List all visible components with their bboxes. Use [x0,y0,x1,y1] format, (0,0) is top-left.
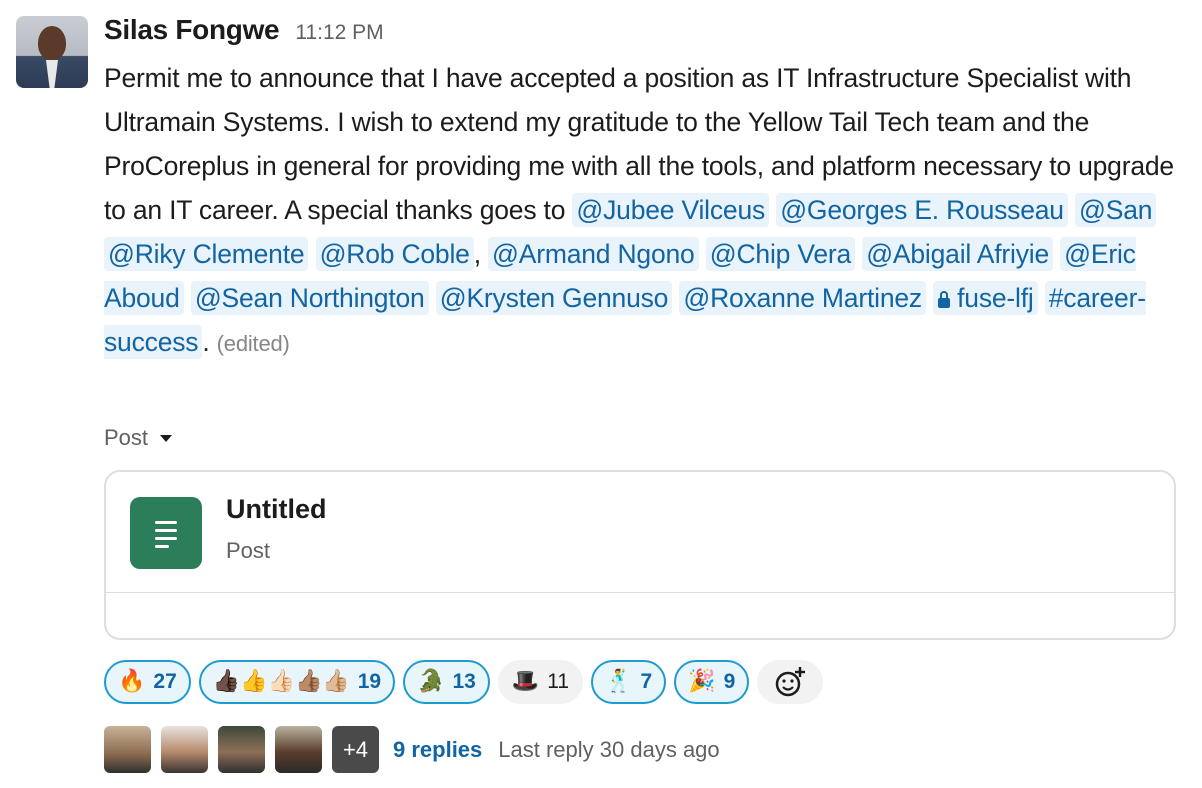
fire-icon: 🔥 [118,669,146,694]
reaction-count: 13 [452,670,476,693]
post-attachment-card[interactable]: Untitled Post [104,470,1176,640]
comma: , [473,239,481,269]
more-participants-badge: +4 [332,726,379,773]
mention-san[interactable]: @San [1075,193,1157,227]
reaction-count: 9 [723,670,736,693]
participant-avatar [161,726,208,773]
message-header: Silas Fongwe 11:12 PM [104,14,384,46]
reaction-crocodile[interactable]: 🐊 13 [403,660,490,704]
last-reply-text: Last reply 30 days ago [498,736,720,762]
message-body: Permit me to announce that I have accept… [104,56,1184,366]
dancer-icon: 🕺 [605,669,633,694]
post-doc-icon [130,497,202,569]
private-channel-name: fuse-lfj [957,283,1034,313]
reaction-dancer[interactable]: 🕺 7 [591,660,667,704]
mention-abigail-afriyie[interactable]: @Abigail Afriyie [862,237,1053,271]
add-emoji-icon [776,667,806,697]
post-title: Untitled [226,494,327,524]
redhat-icon: 🎩 [511,669,540,694]
author-avatar[interactable] [16,16,88,88]
reaction-count: 27 [153,670,177,693]
lock-icon [938,291,951,308]
private-channel-link[interactable]: fuse-lfj [933,281,1038,315]
mention-rob-coble[interactable]: @Rob Coble [315,237,474,271]
party-popper-icon: 🎉 [688,669,716,694]
replies-link[interactable]: 9 replies [393,737,482,763]
mention-krysten-gennuso[interactable]: @Krysten Gennuso [435,281,673,315]
mention-jubee-vilceus[interactable]: @Jubee Vilceus [572,193,770,227]
mention-chip-vera[interactable]: @Chip Vera [705,237,856,271]
crocodile-icon: 🐊 [417,669,445,694]
mention-sean-northington[interactable]: @Sean Northington [190,281,429,315]
post-label-text: Post [104,425,149,450]
mention-georges-rousseau[interactable]: @Georges E. Rousseau [776,193,1068,227]
post-toggle[interactable]: Post [104,425,173,451]
card-divider [106,592,1174,593]
post-subtitle: Post [226,538,271,563]
participant-avatar [218,726,265,773]
add-reaction-button[interactable] [757,660,824,704]
reaction-thumbs-up-multi[interactable]: 👍🏿👍👍🏻👍🏽👍🏼 19 [198,660,396,704]
reaction-fire[interactable]: 🔥 27 [104,660,191,704]
period: . [202,327,210,357]
thumbs-up-icon: 👍🏿👍👍🏻👍🏽👍🏼 [212,669,350,694]
participant-avatar [104,726,151,773]
mention-roxanne-martinez[interactable]: @Roxanne Martinez [679,281,926,315]
edited-label: (edited) [216,331,290,356]
mention-armand-ngono[interactable]: @Armand Ngono [488,237,699,271]
reaction-count: 11 [547,670,570,693]
participant-avatar [275,726,322,773]
reaction-redhat[interactable]: 🎩 11 [497,660,584,704]
mention-riky-clemente[interactable]: @Riky Clemente [104,237,309,271]
message-timestamp[interactable]: 11:12 PM [295,21,383,45]
thread-summary[interactable]: +4 9 replies Last reply 30 days ago [104,726,720,773]
reactions-bar: 🔥 27 👍🏿👍👍🏻👍🏽👍🏼 19 🐊 13 🎩 11 🕺 7 🎉 9 [104,660,824,704]
reaction-count: 7 [640,670,653,693]
author-name[interactable]: Silas Fongwe [104,14,280,46]
caret-down-icon [160,434,173,442]
reaction-count: 19 [357,670,382,693]
reaction-party[interactable]: 🎉 9 [674,660,750,704]
